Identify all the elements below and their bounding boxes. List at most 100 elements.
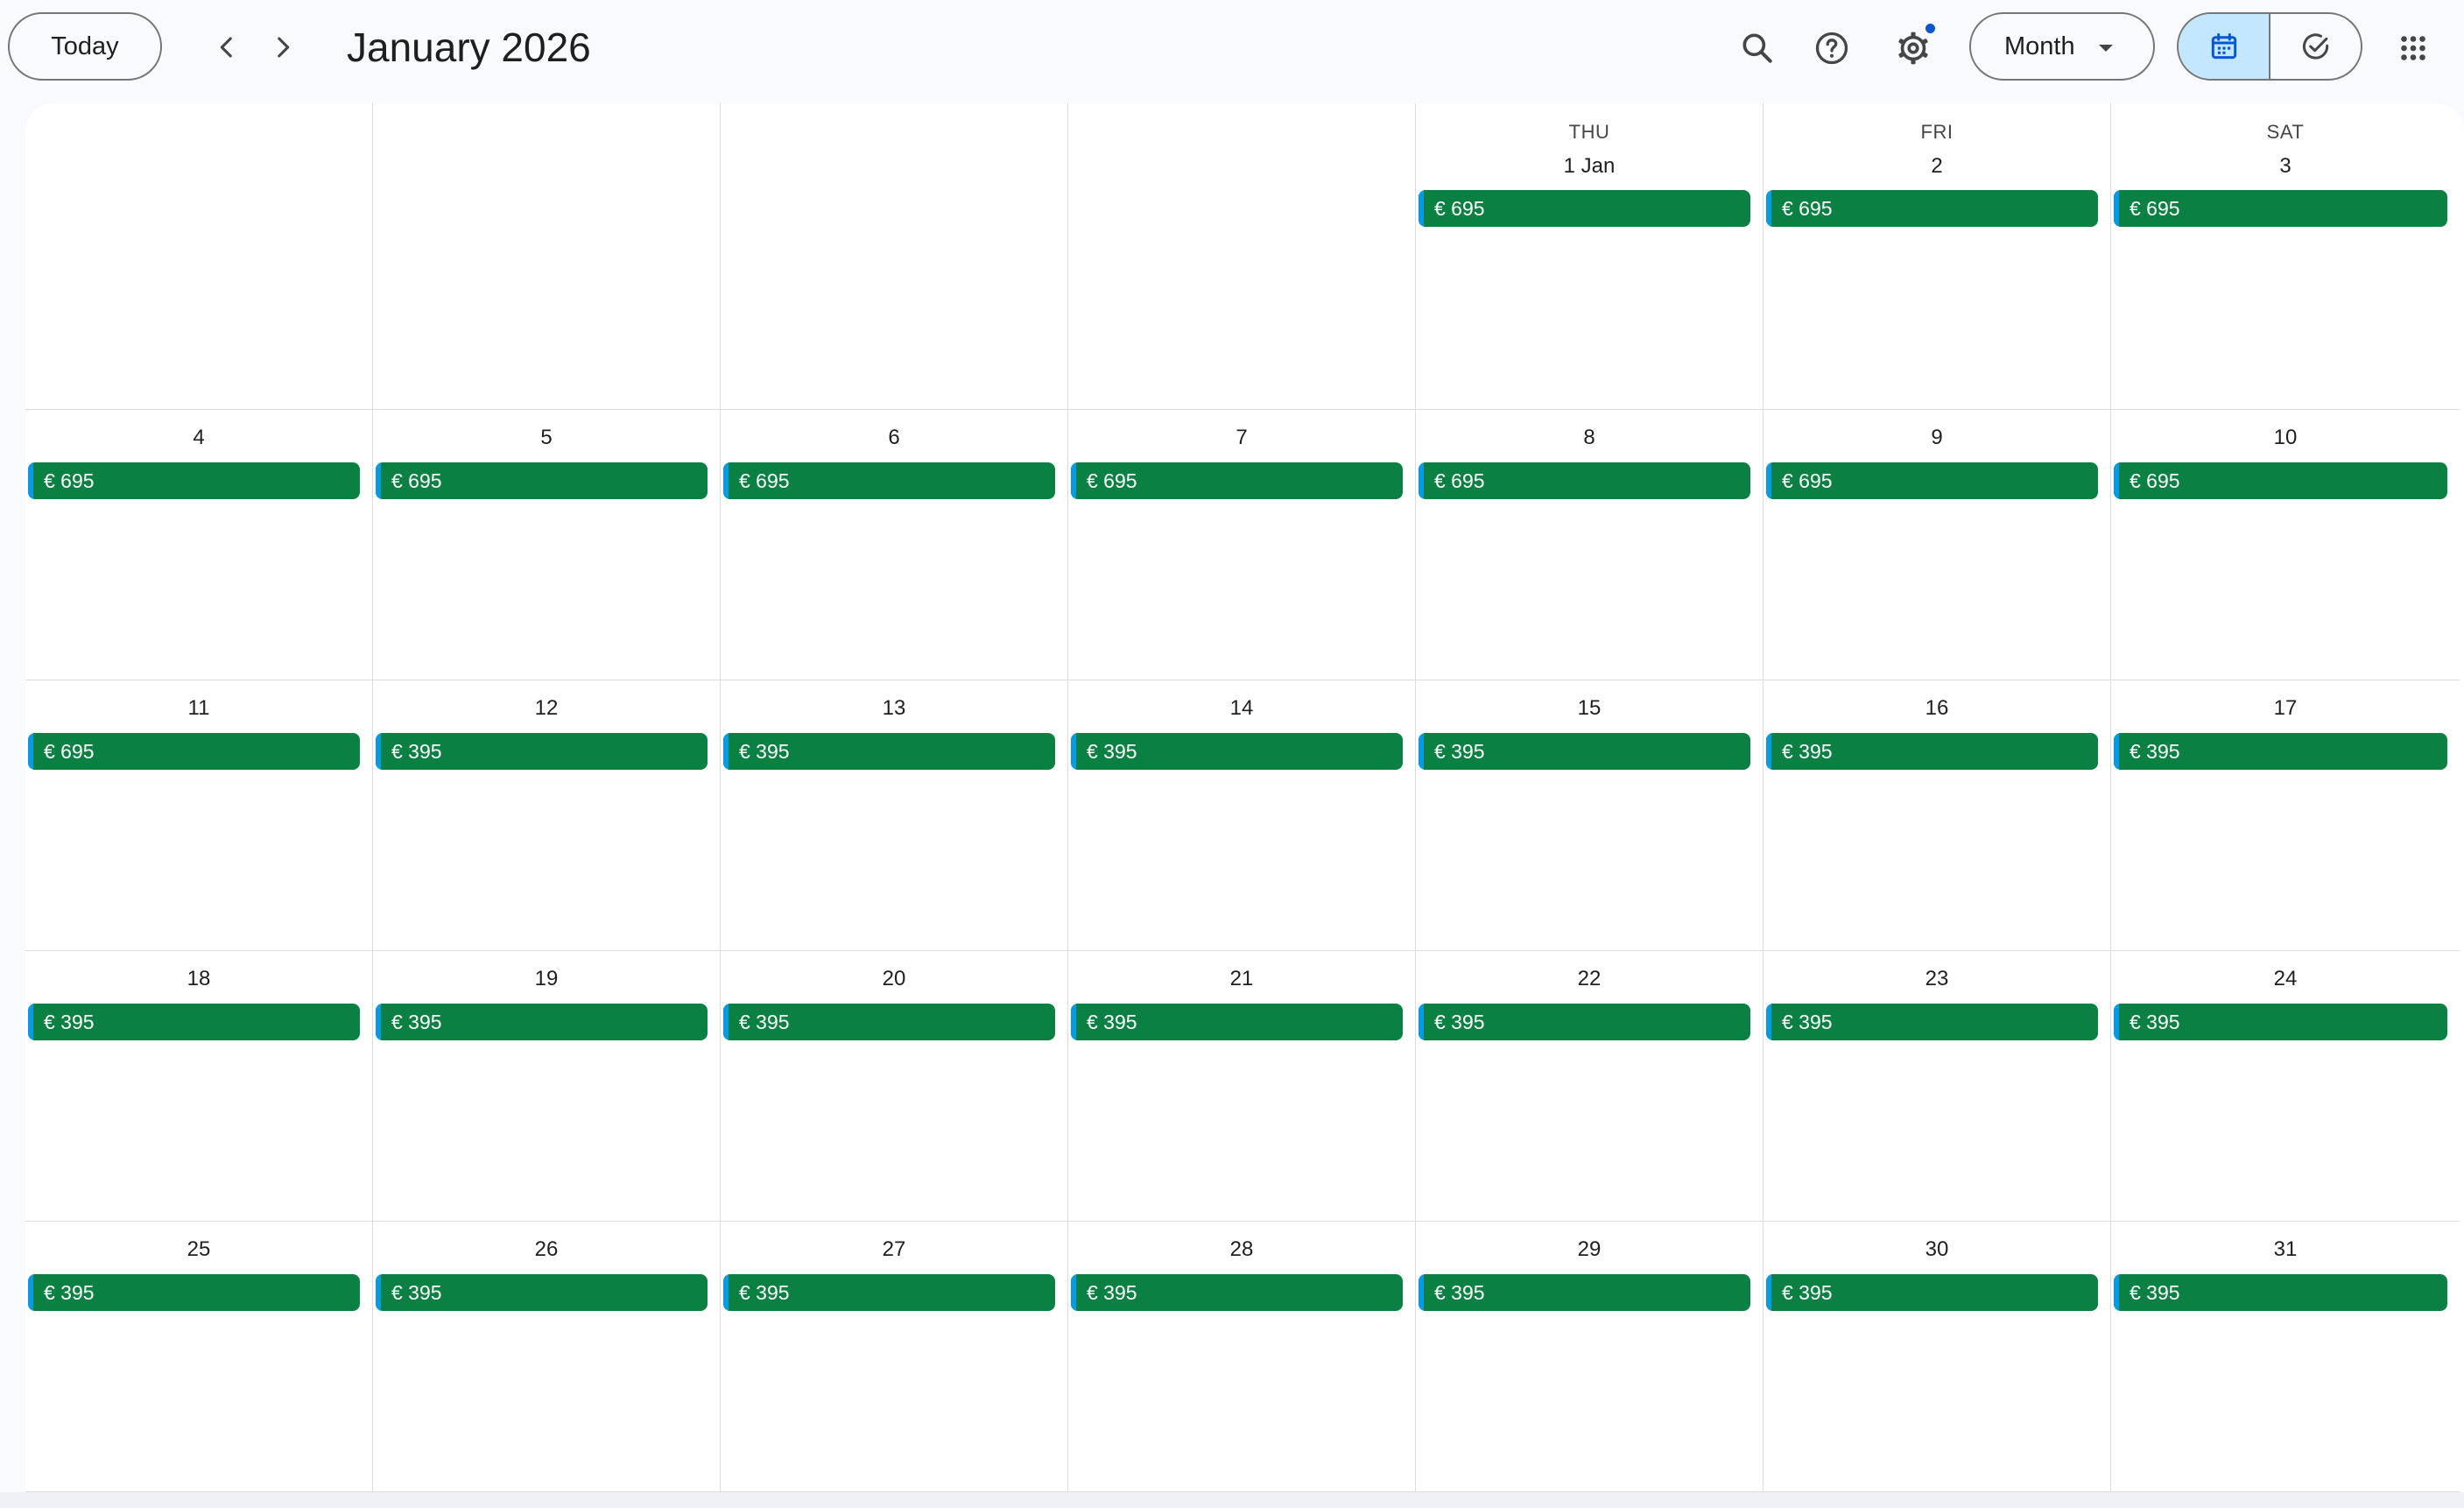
day-number[interactable]: 20 xyxy=(721,967,1067,991)
day-number[interactable]: 4 xyxy=(25,426,372,450)
event-chip[interactable]: € 395 xyxy=(376,1004,708,1040)
day-number[interactable]: 28 xyxy=(1068,1237,1415,1262)
tasks-view-toggle[interactable] xyxy=(2269,14,2361,79)
day-cell[interactable]: 30 € 395 xyxy=(1764,1222,2111,1492)
event-chip[interactable]: € 395 xyxy=(2114,1004,2447,1040)
day-cell[interactable]: 6 € 695 xyxy=(721,410,1068,680)
event-chip[interactable]: € 395 xyxy=(723,1274,1055,1311)
day-cell[interactable]: 20 € 395 xyxy=(721,951,1068,1222)
day-number[interactable]: 27 xyxy=(721,1237,1067,1262)
event-chip[interactable]: € 395 xyxy=(28,1004,360,1040)
event-chip[interactable]: € 695 xyxy=(1766,462,2098,499)
day-number[interactable]: 26 xyxy=(373,1237,720,1262)
day-number[interactable]: 12 xyxy=(373,696,720,721)
day-number[interactable]: 30 xyxy=(1764,1237,2110,1262)
day-number[interactable]: 31 xyxy=(2111,1237,2460,1262)
day-number[interactable]: 22 xyxy=(1416,967,1763,991)
day-cell[interactable]: 11 € 695 xyxy=(25,680,373,951)
day-number[interactable]: 6 xyxy=(721,426,1067,450)
day-cell[interactable] xyxy=(373,103,721,410)
google-apps-button[interactable] xyxy=(2388,23,2439,74)
event-chip[interactable]: € 695 xyxy=(1071,462,1403,499)
day-number[interactable]: 3 xyxy=(2111,154,2460,179)
day-number[interactable]: 14 xyxy=(1068,696,1415,721)
day-cell[interactable]: 7 € 695 xyxy=(1068,410,1416,680)
day-number[interactable]: 25 xyxy=(25,1237,372,1262)
day-number[interactable]: 9 xyxy=(1764,426,2110,450)
day-number[interactable]: 7 xyxy=(1068,426,1415,450)
event-chip[interactable]: € 695 xyxy=(1419,190,1750,227)
event-chip[interactable]: € 695 xyxy=(1419,462,1750,499)
day-number[interactable]: 18 xyxy=(25,967,372,991)
day-cell[interactable]: 5 € 695 xyxy=(373,410,721,680)
day-cell[interactable]: 25 € 395 xyxy=(25,1222,373,1492)
day-cell[interactable]: FRI 2 € 695 xyxy=(1764,103,2111,410)
help-button[interactable] xyxy=(1806,23,1857,74)
day-cell[interactable]: 15 € 395 xyxy=(1416,680,1764,951)
day-number[interactable]: 1 Jan xyxy=(1416,154,1763,179)
event-chip[interactable]: € 695 xyxy=(28,733,360,770)
day-cell[interactable]: 12 € 395 xyxy=(373,680,721,951)
day-cell[interactable]: 23 € 395 xyxy=(1764,951,2111,1222)
event-chip[interactable]: € 695 xyxy=(28,462,360,499)
day-cell[interactable]: SAT 3 € 695 xyxy=(2111,103,2460,410)
event-chip[interactable]: € 395 xyxy=(376,1274,708,1311)
view-selector[interactable]: Month xyxy=(1969,12,2155,81)
day-number[interactable]: 24 xyxy=(2111,967,2460,991)
event-chip[interactable]: € 695 xyxy=(376,462,708,499)
day-number[interactable]: 19 xyxy=(373,967,720,991)
day-number[interactable]: 10 xyxy=(2111,426,2460,450)
event-chip[interactable]: € 395 xyxy=(1071,1004,1403,1040)
event-chip[interactable]: € 395 xyxy=(376,733,708,770)
event-chip[interactable]: € 395 xyxy=(1071,1274,1403,1311)
event-chip[interactable]: € 395 xyxy=(1071,733,1403,770)
day-number[interactable]: 8 xyxy=(1416,426,1763,450)
event-chip[interactable]: € 695 xyxy=(2114,462,2447,499)
search-button[interactable] xyxy=(1732,23,1783,74)
event-chip[interactable]: € 395 xyxy=(723,1004,1055,1040)
day-number[interactable]: 16 xyxy=(1764,696,2110,721)
event-chip[interactable]: € 395 xyxy=(28,1274,360,1311)
day-cell[interactable]: 24 € 395 xyxy=(2111,951,2460,1222)
event-chip[interactable]: € 395 xyxy=(2114,733,2447,770)
day-number[interactable]: 15 xyxy=(1416,696,1763,721)
next-month-button[interactable] xyxy=(258,23,307,72)
day-number[interactable]: 11 xyxy=(25,696,372,721)
day-number[interactable]: 23 xyxy=(1764,967,2110,991)
day-cell[interactable]: 18 € 395 xyxy=(25,951,373,1222)
day-cell[interactable]: 27 € 395 xyxy=(721,1222,1068,1492)
event-chip[interactable]: € 695 xyxy=(1766,190,2098,227)
event-chip[interactable]: € 395 xyxy=(1419,733,1750,770)
day-cell[interactable]: 16 € 395 xyxy=(1764,680,2111,951)
day-number[interactable]: 17 xyxy=(2111,696,2460,721)
event-chip[interactable]: € 395 xyxy=(2114,1274,2447,1311)
event-chip[interactable]: € 395 xyxy=(1766,1274,2098,1311)
day-cell[interactable]: 4 € 695 xyxy=(25,410,373,680)
event-chip[interactable]: € 395 xyxy=(1766,1004,2098,1040)
day-cell[interactable]: 19 € 395 xyxy=(373,951,721,1222)
day-cell[interactable]: 22 € 395 xyxy=(1416,951,1764,1222)
day-cell[interactable]: 31 € 395 xyxy=(2111,1222,2460,1492)
event-chip[interactable]: € 395 xyxy=(1419,1004,1750,1040)
day-cell[interactable]: 13 € 395 xyxy=(721,680,1068,951)
day-cell[interactable]: THU 1 Jan € 695 xyxy=(1416,103,1764,410)
event-chip[interactable]: € 395 xyxy=(1766,733,2098,770)
day-cell[interactable]: 14 € 395 xyxy=(1068,680,1416,951)
event-chip[interactable]: € 395 xyxy=(1419,1274,1750,1311)
day-cell[interactable] xyxy=(1068,103,1416,410)
settings-button[interactable] xyxy=(1888,23,1939,74)
day-cell[interactable]: 9 € 695 xyxy=(1764,410,2111,680)
day-number[interactable]: 2 xyxy=(1764,154,2110,179)
day-cell[interactable]: 21 € 395 xyxy=(1068,951,1416,1222)
calendar-view-toggle[interactable] xyxy=(2179,14,2269,79)
day-cell[interactable]: 28 € 395 xyxy=(1068,1222,1416,1492)
previous-month-button[interactable] xyxy=(202,23,251,72)
day-cell[interactable]: 29 € 395 xyxy=(1416,1222,1764,1492)
day-cell[interactable]: 26 € 395 xyxy=(373,1222,721,1492)
today-button[interactable]: Today xyxy=(8,12,162,81)
day-cell[interactable]: 10 € 695 xyxy=(2111,410,2460,680)
day-number[interactable]: 29 xyxy=(1416,1237,1763,1262)
day-number[interactable]: 13 xyxy=(721,696,1067,721)
event-chip[interactable]: € 695 xyxy=(2114,190,2447,227)
day-cell[interactable] xyxy=(25,103,373,410)
